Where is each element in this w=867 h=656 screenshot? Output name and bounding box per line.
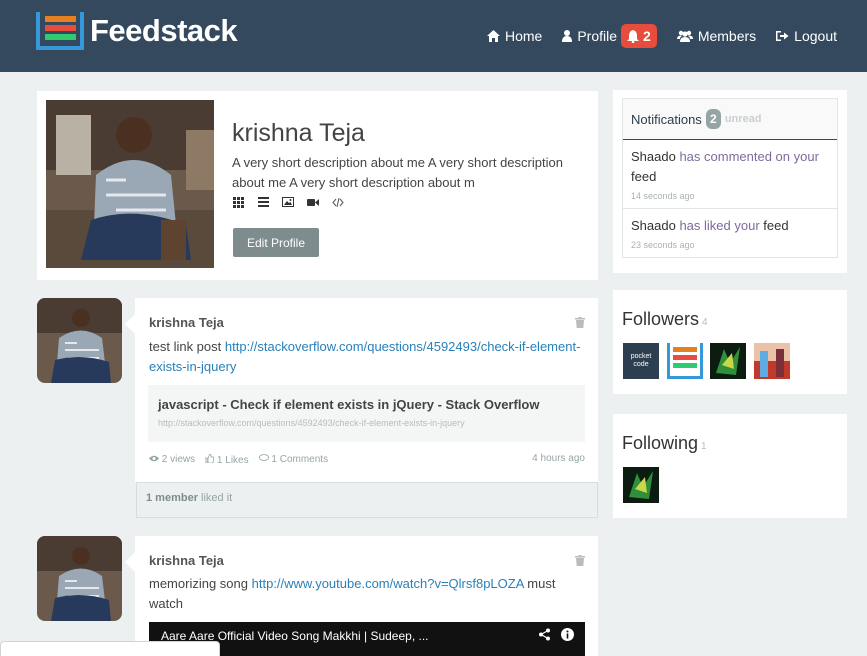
liked-by-count: 1 member [146,492,198,504]
follower-thumb[interactable]: pocket code [623,343,659,379]
feed-post: krishna Teja memorizing song http://www.… [125,536,598,656]
following-title: Following [622,433,699,453]
bottom-tab[interactable] [0,641,220,656]
likes-summary[interactable]: 1 member liked it [136,482,598,518]
thumbs-up-icon [204,453,215,464]
follower-thumb[interactable] [710,343,746,379]
nav-profile-label: Profile [577,28,618,44]
following-heading: Following 1 [622,433,707,454]
link-preview-title: javascript - Check if element exists in … [158,397,540,412]
bell-icon [627,29,640,43]
post-link[interactable]: http://www.youtube.com/watch?v=Qlrsf8pLO… [252,576,524,591]
video-icon[interactable] [307,196,319,208]
comments-button[interactable]: 1 Comments [258,454,329,466]
profile-card: krishna Teja A very short description ab… [37,91,598,280]
profile-toolbar [232,196,344,208]
notification-object[interactable]: feed [631,169,656,184]
code-icon[interactable] [332,196,344,208]
notification-count: 2 [643,28,651,44]
notification-time: 14 seconds ago [631,191,695,201]
notification-time: 23 seconds ago [631,240,695,250]
notifications-title: Notifications [631,111,702,127]
post-body: test link post http://stackoverflow.com/… [149,337,589,377]
image-icon[interactable] [282,196,294,208]
following-count: 1 [701,441,707,452]
nav-logout-label: Logout [794,28,837,44]
liked-suffix: liked it [201,492,233,504]
link-preview-url: http://stackoverflow.com/questions/45924… [158,418,465,428]
eye-icon [149,455,159,462]
user-icon [562,30,573,42]
notifications-header[interactable]: Notifications 2 unread [623,99,837,140]
nav-profile[interactable]: Profile 2 [562,24,657,48]
views-label: 2 views [161,454,196,465]
post-stats: 2 views 1 Likes 1 Comments [149,453,329,466]
feedstack-logo-icon [36,12,84,50]
post-author-avatar[interactable] [37,536,122,621]
nav-home[interactable]: Home [486,28,543,44]
trash-icon[interactable] [575,555,585,566]
notification-action: has commented on your [679,149,819,164]
comment-icon [258,454,269,461]
nav-members[interactable]: Members [676,28,757,44]
brand-name: Feedstack [90,13,238,48]
post-body: memorizing song http://www.youtube.com/w… [149,574,589,614]
like-button[interactable]: 1 Likes [204,453,249,466]
followers-count: 4 [702,317,708,328]
followers-title: Followers [622,309,700,329]
share-icon[interactable] [538,628,551,641]
post-author[interactable]: krishna Teja [149,315,224,330]
link-preview-card[interactable]: javascript - Check if element exists in … [148,385,585,442]
home-icon [486,30,500,42]
views-count[interactable]: 2 views [149,454,195,466]
follower-thumb-text: pocket code [630,353,652,368]
comments-label: 1 Comments [271,454,329,465]
grid-icon[interactable] [232,196,244,208]
unread-label: unread [724,113,762,125]
info-icon[interactable] [561,628,574,641]
notification-item[interactable]: Shaado has commented on your feed 14 sec… [623,140,837,209]
top-navbar: Feedstack Home Profile 2 Members Logout [0,0,867,72]
post-author[interactable]: krishna Teja [149,553,224,568]
post-text: memorizing song [149,576,248,591]
notifications-count: 2 [705,109,721,129]
notifications-panel: Notifications 2 unread Shaado has commen… [613,90,847,273]
edit-profile-button[interactable]: Edit Profile [233,228,319,257]
notification-user[interactable]: Shaado [631,218,676,233]
users-icon [676,30,693,42]
nav-members-label: Members [697,28,757,44]
followers-heading: Followers 4 [622,309,708,330]
notification-object[interactable]: feed [763,218,788,233]
list-icon[interactable] [257,196,269,208]
following-thumb[interactable] [623,467,659,503]
notification-badge[interactable]: 2 [621,24,657,48]
profile-photo[interactable] [46,100,214,268]
feed-post: krishna Teja test link post http://stack… [125,298,598,482]
post-timestamp: 4 hours ago [532,453,585,464]
main-nav: Home Profile 2 Members Logout [467,24,837,48]
follower-thumb[interactable] [754,343,790,379]
followers-panel: Followers 4 pocket code [613,290,847,394]
nav-home-label: Home [504,28,543,44]
trash-icon[interactable] [575,317,585,328]
logout-icon [776,31,789,41]
profile-description: A very short description about me A very… [232,155,563,190]
notification-user[interactable]: Shaado [631,149,676,164]
brand[interactable]: Feedstack [36,12,238,50]
likes-label: 1 Likes [216,455,249,466]
notification-action: has liked your [679,218,760,233]
nav-logout[interactable]: Logout [776,28,837,44]
profile-name: krishna Teja [232,119,365,147]
notification-item[interactable]: Shaado has liked your feed 23 seconds ag… [623,209,837,257]
post-author-avatar[interactable] [37,298,122,383]
post-text: test link post [149,339,222,354]
following-panel: Following 1 [613,414,847,518]
follower-thumb[interactable] [667,343,703,379]
